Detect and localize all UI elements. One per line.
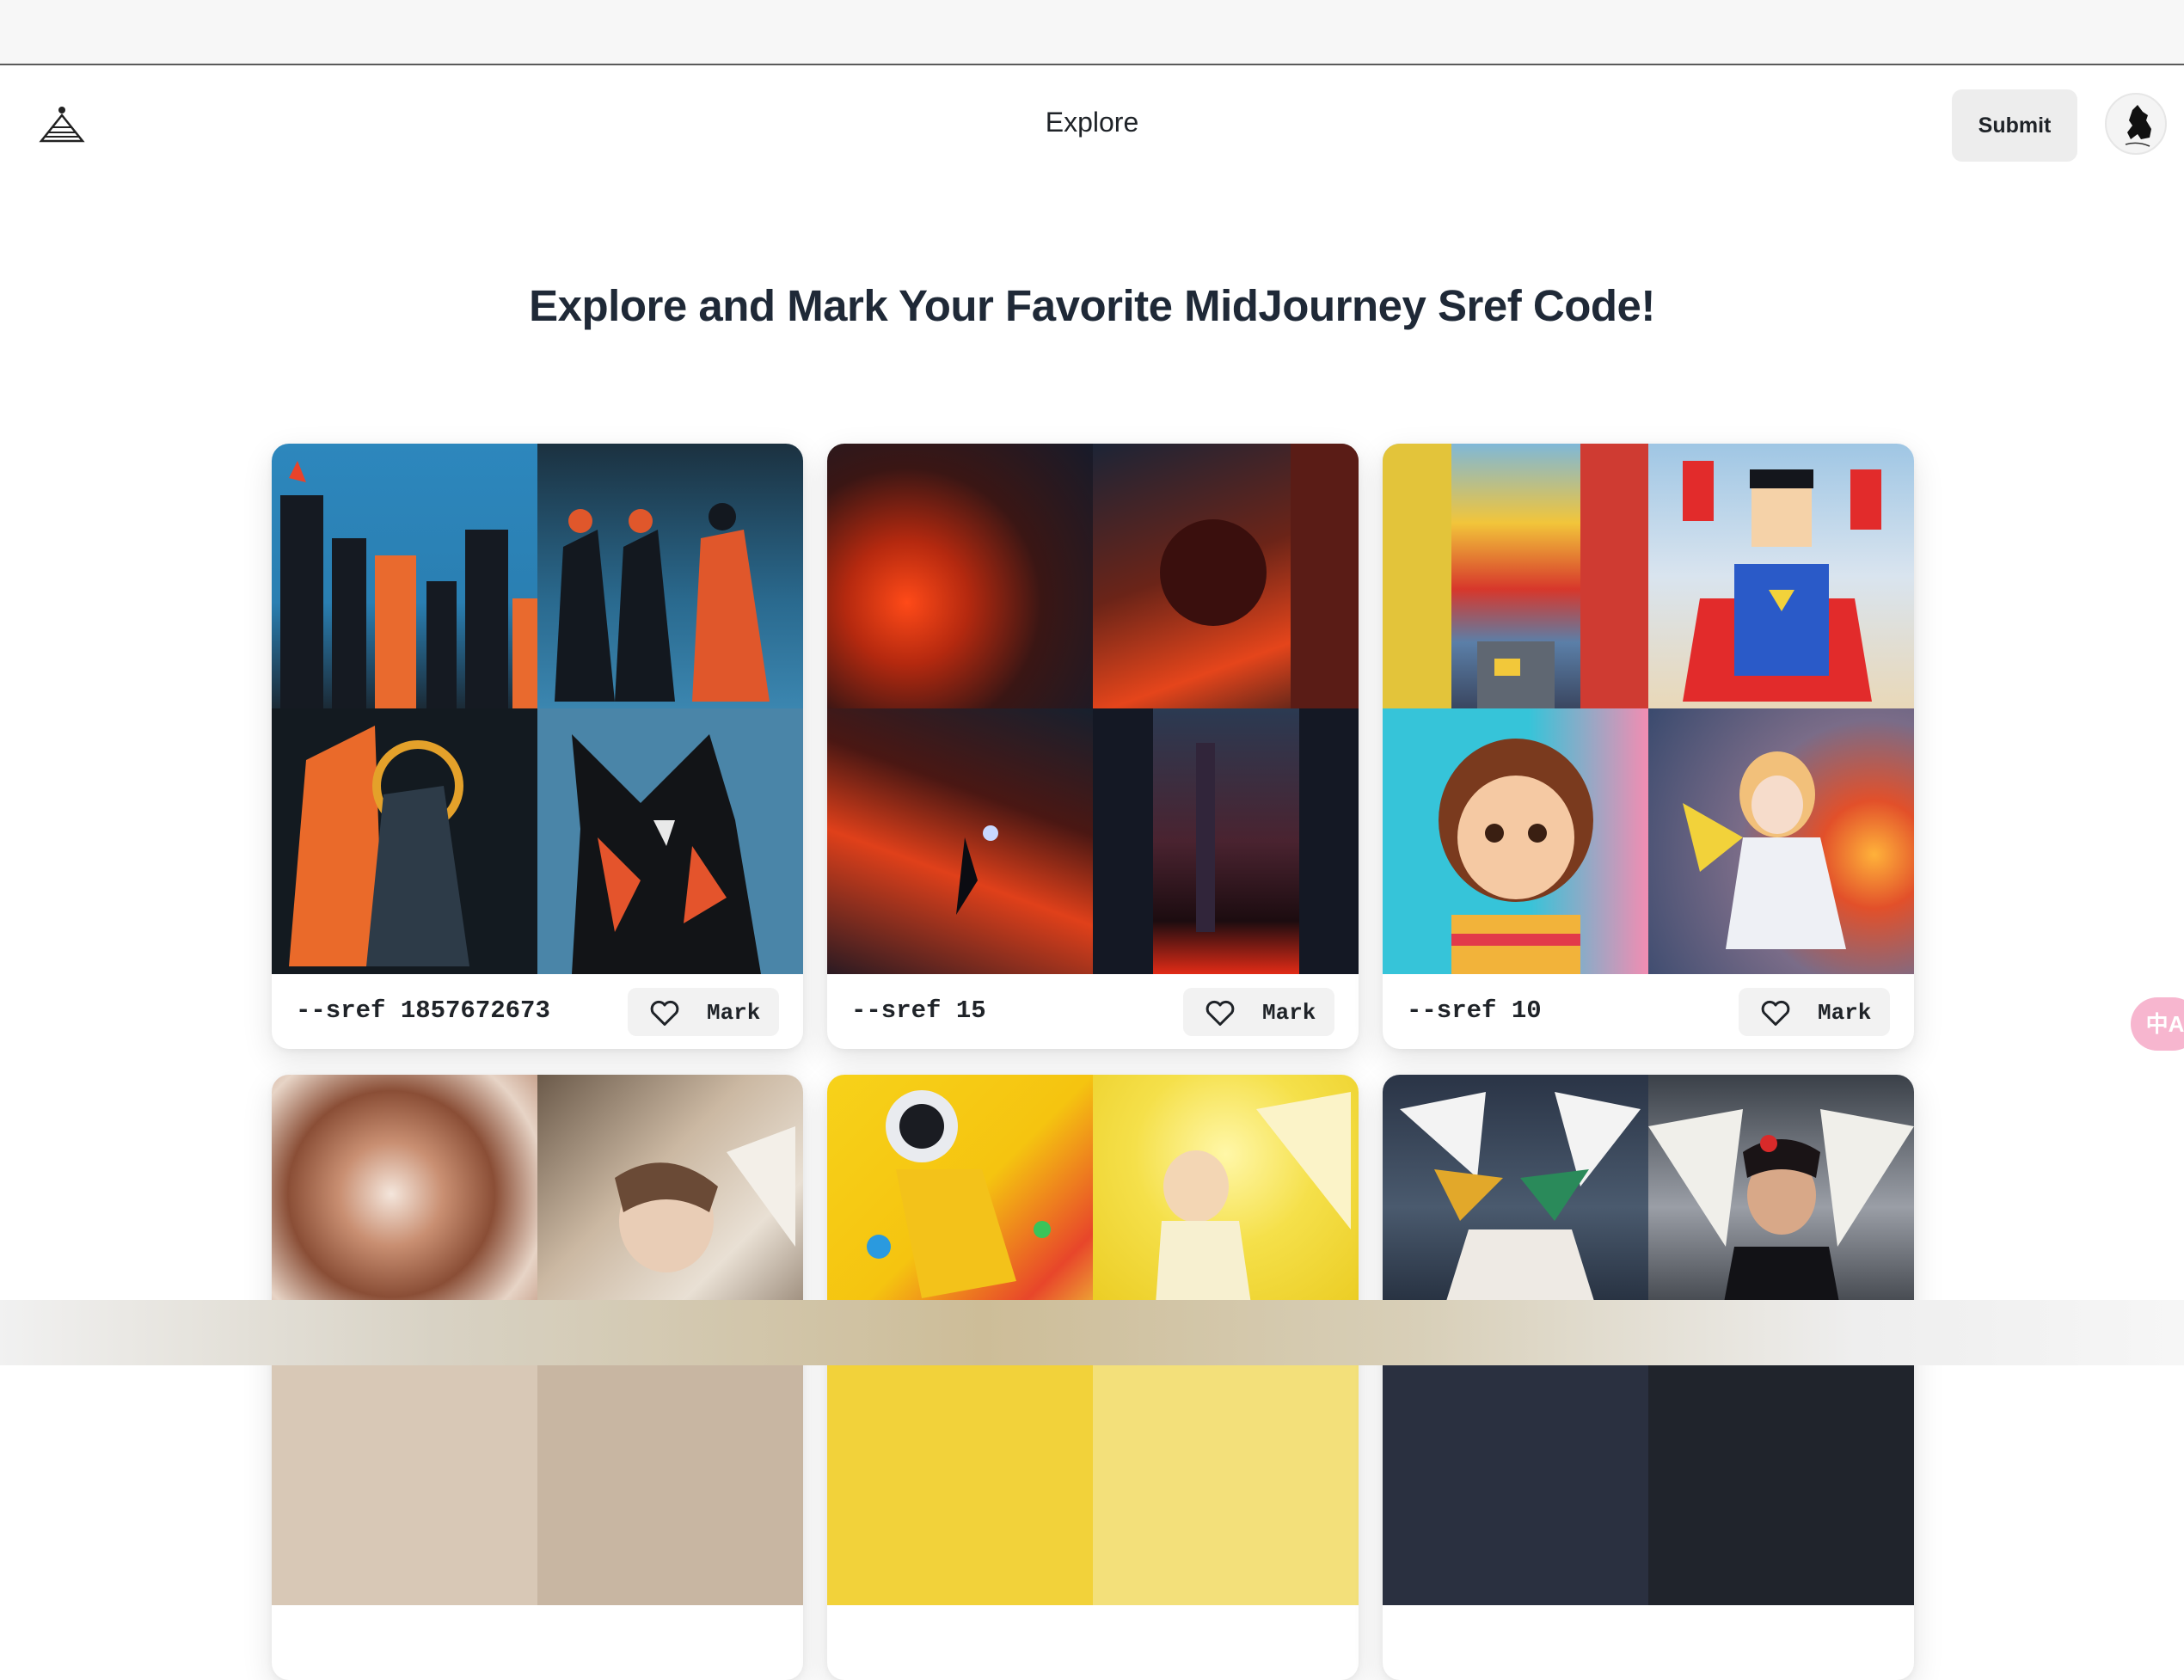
user-avatar[interactable] [2105,93,2167,155]
image-cartoon-girl [1383,708,1648,974]
image-praying-angel-figurine [1648,708,1914,974]
submit-button[interactable]: Submit [1952,89,2077,162]
card-footer: --sref 1857672673 Mark [272,974,803,1049]
heart-outline-icon [650,1000,679,1026]
image-hidden-3 [827,1340,1093,1605]
image-angel-praying [272,708,537,974]
image-lego-city-street [1383,444,1648,708]
card-image-grid[interactable] [272,444,803,974]
sref-code-label[interactable]: --sref 10 [1407,996,1542,1025]
mark-label: Mark [1818,1000,1872,1026]
sref-card[interactable] [1383,1075,1914,1680]
image-hidden-3 [272,1340,537,1605]
sref-card[interactable]: --sref 1857672673 Mark [272,444,803,1049]
top-navbar: Explore Submit [0,67,2184,184]
image-hidden-4 [1093,1340,1359,1605]
mark-button[interactable]: Mark [1739,988,1890,1036]
sref-card[interactable]: --sref 10 Mark [1383,444,1914,1049]
sref-code-label[interactable]: --sref 15 [851,996,986,1025]
card-image-grid[interactable] [1383,444,1914,974]
bottom-blur-overlay [0,1300,2184,1365]
card-image-grid[interactable] [827,444,1359,974]
image-hidden-3 [1383,1340,1648,1605]
sref-card[interactable] [272,1075,803,1680]
image-red-city-canyon [1093,708,1359,974]
image-falling-figure [827,708,1093,974]
sref-code-label[interactable]: --sref 1857672673 [296,996,550,1025]
image-lego-superman [1648,444,1914,708]
page-headline: Explore and Mark Your Favorite MidJourne… [529,281,1655,330]
browser-top-strip [0,0,2184,65]
image-red-planet-wall [1093,444,1359,708]
image-red-clouds [827,444,1093,708]
image-procession [537,444,803,708]
translate-icon[interactable]: 中A [2131,997,2184,1051]
pyramid-logo-icon[interactable] [38,103,86,144]
sref-card[interactable]: --sref 15 Mark [827,444,1359,1049]
image-hidden-4 [537,1340,803,1605]
translate-label: 中A [2145,1011,2184,1037]
heart-outline-icon [1761,1000,1790,1026]
mark-label: Mark [707,1000,761,1026]
image-hidden-4 [1648,1340,1914,1605]
card-footer: --sref 15 Mark [827,974,1359,1049]
image-dog-howling [537,708,803,974]
mark-button[interactable]: Mark [628,988,779,1036]
nav-title[interactable]: Explore [1006,107,1178,138]
mark-label: Mark [1262,1000,1316,1026]
card-footer: --sref 10 Mark [1383,974,1914,1049]
image-city-skyline [272,444,537,708]
sref-card[interactable] [827,1075,1359,1680]
mark-button[interactable]: Mark [1183,988,1334,1036]
avatar-dog-icon [2125,105,2151,147]
sref-card-grid: --sref 1857672673 Mark --sref 15 Mark --… [272,444,1914,1680]
heart-outline-icon [1205,1000,1235,1026]
